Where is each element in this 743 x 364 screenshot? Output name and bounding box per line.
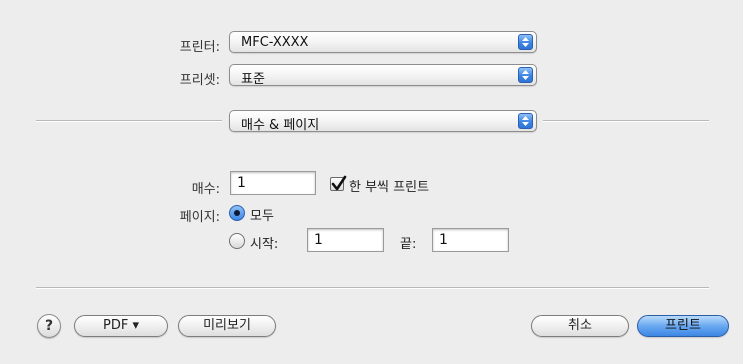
popup-arrows-icon [518,67,533,83]
preview-button[interactable]: 미리보기 [178,315,276,337]
print-dialog: 프린터: MFC-XXXX 프리셋: 표준 매수 & 페이지 매수: 1 한 부… [0,0,743,364]
pages-all-label: 모두 [250,209,274,224]
presets-popup[interactable]: 표준 [229,64,537,87]
footer-separator [36,287,709,289]
printer-popup[interactable]: MFC-XXXX [229,31,537,53]
pages-range-radio[interactable] [229,233,245,249]
section-popup[interactable]: 매수 & 페이지 [229,110,537,133]
section-separator-left [36,120,222,122]
presets-label: 프리셋: [179,73,220,88]
print-button[interactable]: 프린트 [637,315,729,337]
cancel-button[interactable]: 취소 [531,315,629,337]
presets-value: 표준 [241,72,265,87]
pages-from-input[interactable]: 1 [307,228,384,252]
pages-label: 페이지: [179,210,220,225]
checkmark-icon [331,175,347,191]
collate-checkbox[interactable] [330,175,347,191]
printer-value: MFC-XXXX [241,35,309,50]
pages-from-label: 시작: [250,237,279,252]
section-value: 매수 & 페이지 [241,118,320,133]
pdf-menu-button[interactable]: PDF ▾ [74,315,168,337]
help-button[interactable]: ? [37,314,61,338]
collate-label: 한 부씩 프린트 [349,180,430,195]
popup-arrows-icon [518,113,533,129]
pages-to-label: 끝: [400,237,417,252]
pages-all-radio[interactable] [229,205,245,221]
popup-arrows-icon [518,34,533,50]
pages-to-input[interactable]: 1 [432,228,509,252]
copies-input[interactable]: 1 [230,171,316,195]
copies-label: 매수: [191,182,220,197]
printer-label: 프린터: [179,40,220,55]
section-separator-right [543,120,709,122]
